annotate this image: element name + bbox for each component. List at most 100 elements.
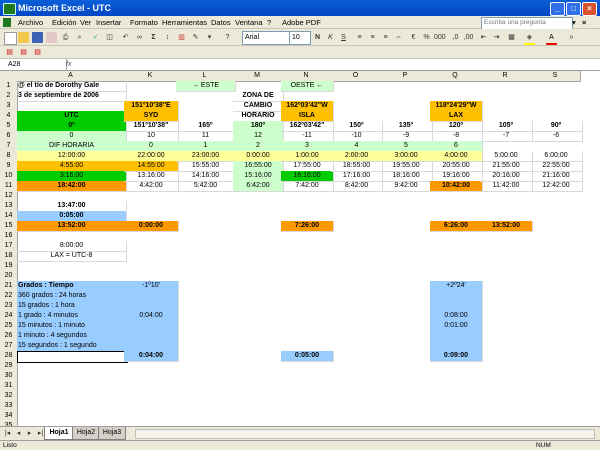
cell-a28[interactable] (17, 351, 128, 363)
research-icon[interactable]: ◫ (104, 32, 115, 43)
cell-n28[interactable]: 0:05:00 (281, 351, 334, 362)
workbook-icon[interactable] (3, 18, 11, 27)
fill-color-icon[interactable]: ◈ (524, 32, 535, 45)
cell-a18[interactable]: LAX = UTC-8 (17, 251, 127, 262)
minimize-button[interactable]: _ (550, 2, 565, 16)
cell-q11[interactable]: 10:42:00 (430, 181, 483, 192)
cell-p11[interactable]: 9:42:00 (380, 181, 433, 192)
cell-n15[interactable]: 7:26:00 (281, 221, 334, 232)
increase-decimal-icon[interactable]: ,0 (450, 32, 461, 43)
font-color-icon[interactable]: A (546, 32, 557, 45)
toolbar-options-icon[interactable]: » (566, 32, 577, 43)
cell-m11[interactable]: 6:42:00 (233, 181, 284, 192)
link-icon[interactable]: ∞ (134, 32, 145, 43)
print-icon[interactable]: ⎙ (60, 32, 71, 43)
column-header-o[interactable]: O (331, 71, 381, 82)
cell-n11[interactable]: 7:42:00 (281, 181, 334, 192)
zoom-icon[interactable]: ▾ (204, 32, 215, 43)
maximize-button[interactable]: □ (566, 2, 581, 16)
new-icon[interactable] (4, 32, 17, 45)
fx-icon[interactable]: fx (66, 59, 71, 70)
undo-icon[interactable]: ↶ (120, 32, 131, 43)
pdf-email-icon[interactable]: ▤ (18, 47, 29, 58)
next-sheet-icon[interactable]: ▸ (24, 428, 35, 439)
menu-help[interactable]: ? (267, 17, 271, 28)
menu-ver[interactable]: Ver (80, 17, 91, 28)
column-header-p[interactable]: P (380, 71, 431, 82)
save-icon[interactable] (32, 32, 43, 43)
ask-dropdown-icon[interactable]: ▾ (572, 17, 576, 28)
spelling-icon[interactable]: ✓ (90, 32, 101, 43)
align-center-icon[interactable]: ≡ (367, 32, 378, 43)
thousands-icon[interactable]: 000 (434, 32, 446, 43)
menu-insertar[interactable]: Insertar (96, 17, 121, 28)
cell-o11[interactable]: 8:42:00 (331, 181, 383, 192)
decrease-decimal-icon[interactable]: ,00 (463, 32, 474, 43)
first-sheet-icon[interactable]: |◂ (2, 428, 13, 439)
prev-sheet-icon[interactable]: ◂ (13, 428, 24, 439)
underline-icon[interactable]: S (338, 32, 349, 43)
cell-a11[interactable]: 18:42:00 (17, 181, 127, 192)
column-header-s[interactable]: S (530, 71, 581, 82)
italic-icon[interactable]: K (325, 32, 336, 43)
cell-n1[interactable]: OESTE ← (281, 81, 334, 92)
pdf-review-icon[interactable]: ▤ (32, 47, 43, 58)
cell-k11[interactable]: 4:42:00 (124, 181, 179, 192)
font-select[interactable]: Arial (242, 31, 290, 45)
column-header-k[interactable]: K (124, 71, 177, 82)
chart-wizard-icon[interactable]: ▥ (176, 32, 187, 43)
merge-center-icon[interactable]: ⇔ (393, 32, 404, 43)
cell-s6[interactable]: -6 (530, 131, 583, 142)
horizontal-scrollbar[interactable] (135, 429, 595, 439)
cell-a15[interactable]: 13:52:00 (17, 221, 127, 232)
menu-datos[interactable]: Datos (211, 17, 231, 28)
excel-app-icon (3, 3, 16, 15)
menu-formato[interactable]: Formato (130, 17, 158, 28)
cell-r15[interactable]: 13:52:00 (480, 221, 533, 232)
close-button[interactable]: × (582, 2, 597, 16)
tab-hoja3[interactable]: Hoja3 (98, 427, 126, 440)
menu-edicion[interactable]: Edición (52, 17, 77, 28)
cell-r6[interactable]: -7 (480, 131, 533, 142)
permission-icon[interactable] (46, 32, 57, 43)
column-header-r[interactable]: R (480, 71, 531, 82)
cell-s11[interactable]: 12:42:00 (530, 181, 583, 192)
cell-k15[interactable]: 0:00:00 (124, 221, 179, 232)
drawing-icon[interactable]: ✎ (190, 32, 201, 43)
tab-hoja1[interactable]: Hoja1 (44, 427, 74, 440)
font-size-select[interactable]: 10 (289, 31, 311, 45)
menu-adobe-pdf[interactable]: Adobe PDF (282, 17, 321, 28)
column-header-m[interactable]: M (233, 71, 282, 82)
align-left-icon[interactable]: ≡ (354, 32, 365, 43)
percent-icon[interactable]: % (421, 32, 432, 43)
decrease-indent-icon[interactable]: ⇤ (478, 32, 489, 43)
help-icon[interactable]: ? (222, 32, 233, 43)
bold-icon[interactable]: N (312, 32, 323, 43)
cell-k28[interactable]: 0:04:00 (124, 351, 179, 362)
cell-l1[interactable]: → ESTE (176, 81, 236, 92)
column-header-q[interactable]: Q (430, 71, 481, 82)
menu-herramientas[interactable]: Herramientas (162, 17, 207, 28)
pdf-convert-icon[interactable]: ▤ (4, 47, 15, 58)
print-preview-icon[interactable]: ⌕ (74, 32, 85, 43)
window-title: Microsoft Excel - UTC (18, 3, 112, 13)
sort-icon[interactable]: ↕ (162, 32, 173, 43)
menu-bar: Archivo Edición Ver Insertar Formato Her… (0, 16, 600, 30)
cell-a2[interactable]: 3 de septiembre de 2006 (17, 91, 127, 102)
increase-indent-icon[interactable]: ⇥ (491, 32, 502, 43)
cell-l11[interactable]: 5:42:00 (176, 181, 236, 192)
autosum-icon[interactable]: Σ (148, 32, 159, 43)
name-box[interactable]: A28 (0, 59, 67, 70)
menu-ventana[interactable]: Ventana (235, 17, 263, 28)
open-icon[interactable] (18, 32, 29, 43)
cell-r11[interactable]: 11:42:00 (480, 181, 533, 192)
cell-q28[interactable]: 0:09:00 (430, 351, 483, 362)
borders-icon[interactable]: ▦ (506, 32, 517, 43)
workbook-close-icon[interactable]: × (582, 17, 586, 28)
menu-archivo[interactable]: Archivo (18, 17, 43, 28)
currency-icon[interactable]: € (408, 32, 419, 43)
tab-hoja2[interactable]: Hoja2 (72, 427, 100, 440)
status-bar: Listo NUM (0, 440, 600, 450)
cell-q15[interactable]: 6:26:00 (430, 221, 483, 232)
align-right-icon[interactable]: ≡ (380, 32, 391, 43)
